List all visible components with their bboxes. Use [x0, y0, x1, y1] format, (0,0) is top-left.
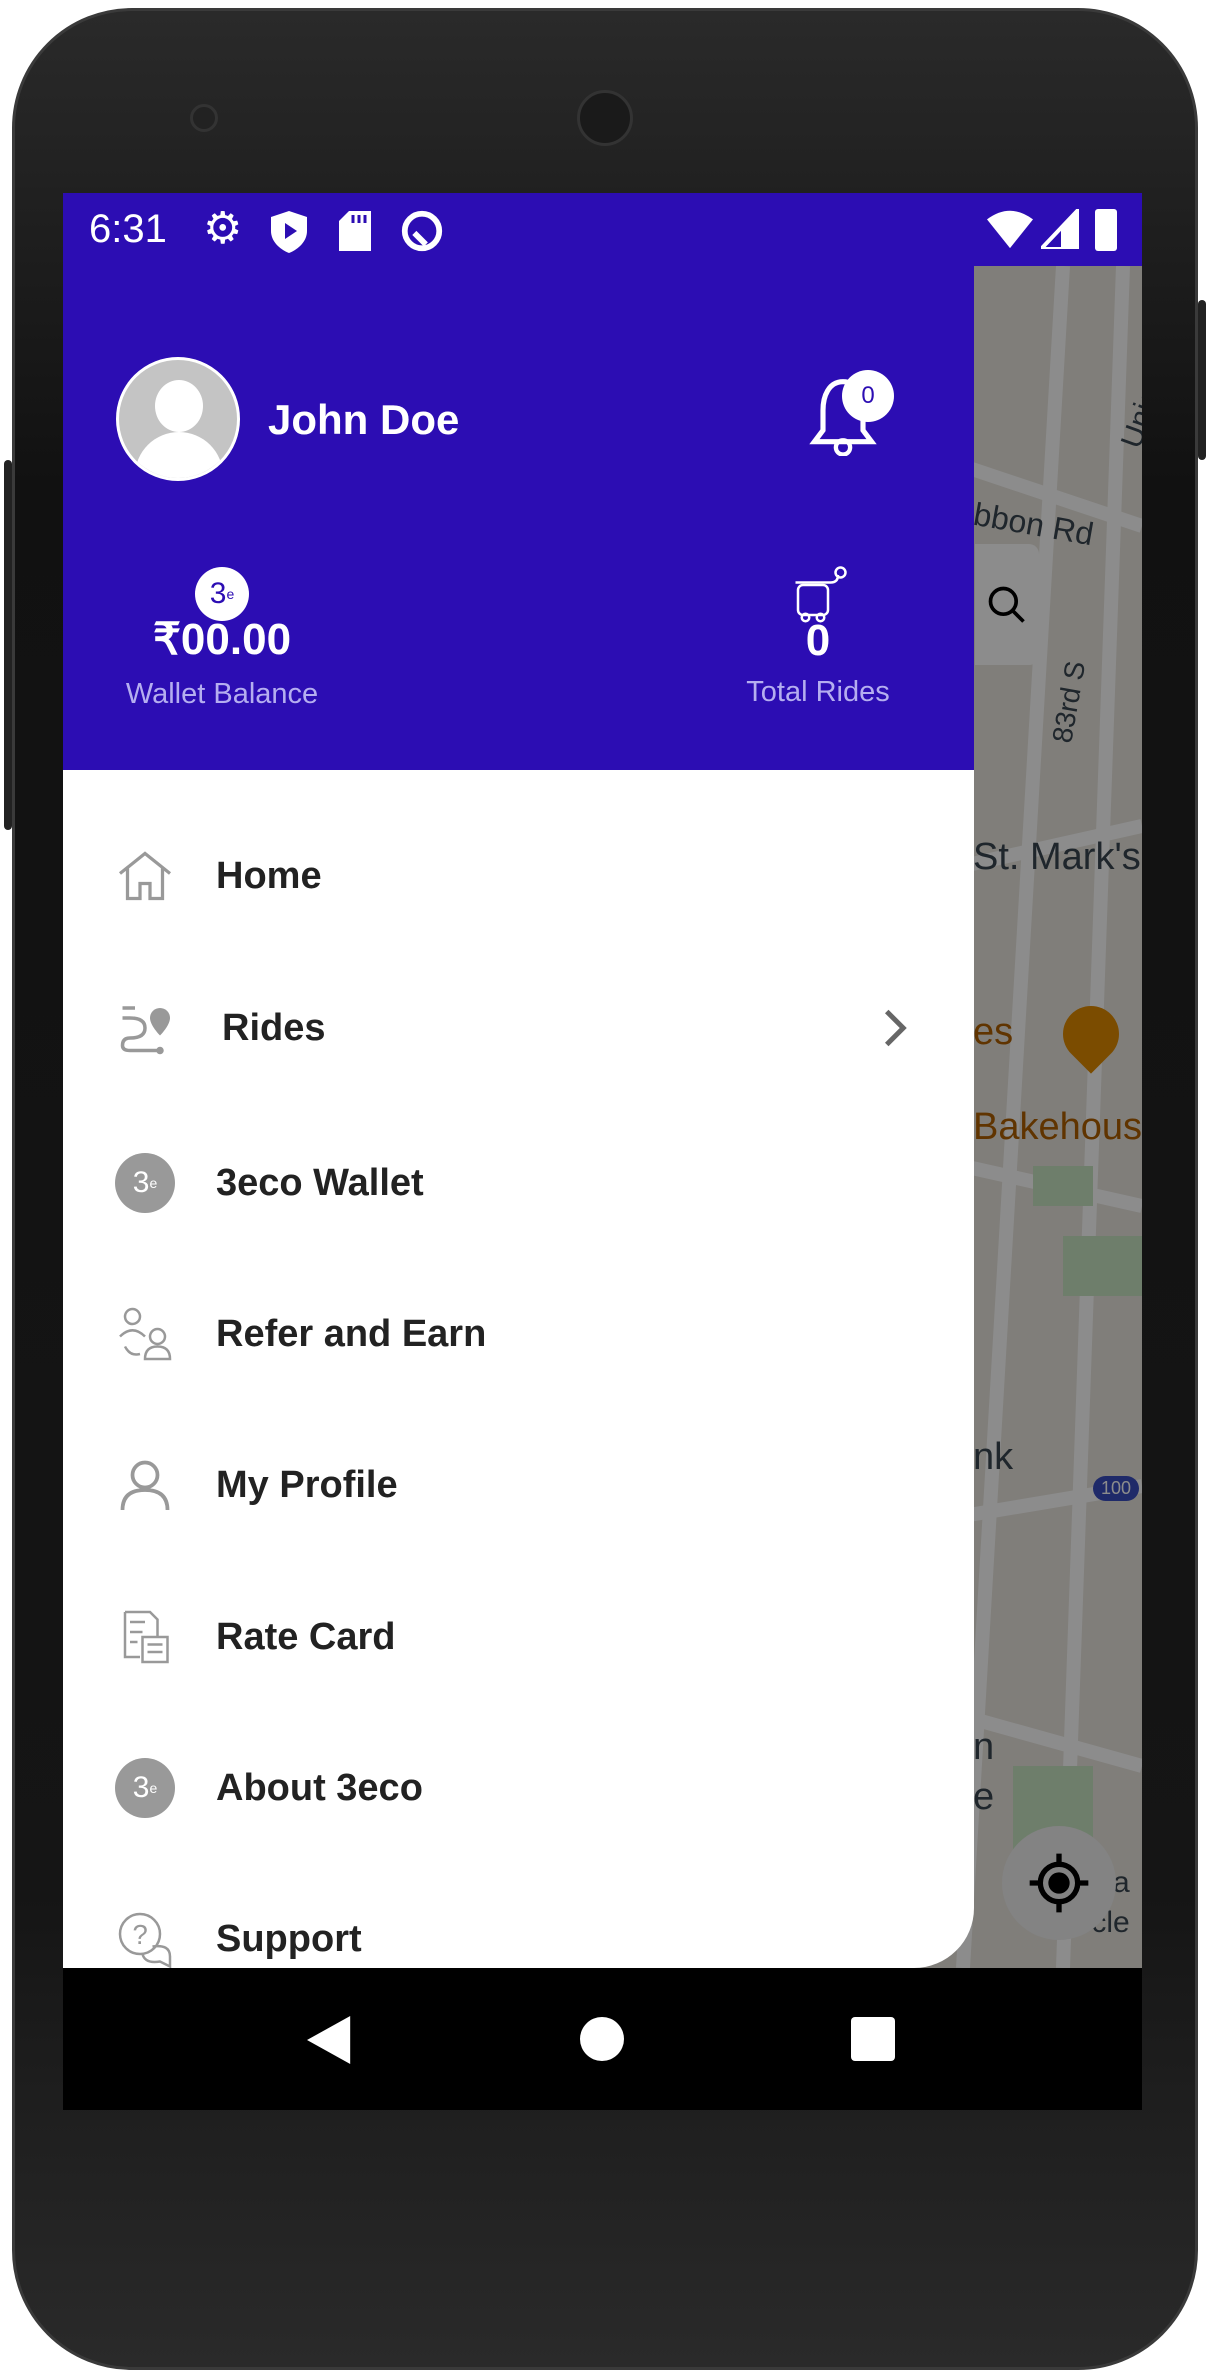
- wallet-balance-label: Wallet Balance: [125, 678, 319, 710]
- menu-item-label: Refer and Earn: [216, 1312, 487, 1355]
- battery-icon: [1095, 209, 1117, 251]
- menu-item-rides[interactable]: Rides: [63, 958, 974, 1098]
- wallet-balance-value: ₹00.00: [152, 615, 292, 664]
- support-chat-icon: ?: [118, 1912, 172, 1968]
- home-button[interactable]: [580, 2017, 624, 2061]
- system-navigation-bar: [63, 1968, 1142, 2110]
- refer-users-icon: [119, 1307, 172, 1361]
- menu-item-about-3eco[interactable]: 3e About 3eco: [63, 1718, 974, 1858]
- route-icon: [120, 1006, 170, 1055]
- drawer-header: John Doe 0 3e ₹00.00 Wallet Balance 0 To…: [63, 266, 974, 770]
- menu-item-label: My Profile: [216, 1463, 398, 1506]
- user-name: John Doe: [268, 396, 460, 443]
- volume-button: [4, 460, 12, 830]
- user-icon: [120, 1460, 170, 1511]
- navigation-drawer: John Doe 0 3e ₹00.00 Wallet Balance 0 To…: [63, 266, 974, 1968]
- avatar[interactable]: [116, 357, 240, 481]
- sync-icon: [401, 210, 443, 252]
- front-camera: [190, 104, 218, 132]
- menu-item-label: Rides: [222, 1006, 326, 1049]
- home-icon: [118, 851, 172, 901]
- menu-item-refer-and-earn[interactable]: Refer and Earn: [63, 1264, 974, 1404]
- menu-item-home[interactable]: Home: [63, 806, 974, 946]
- back-button[interactable]: [307, 2015, 355, 2065]
- status-bar: 6:31 ⚙: [63, 193, 1142, 266]
- menu-item-label: Rate Card: [216, 1615, 396, 1658]
- wallet-logo-icon: 3e: [195, 567, 249, 621]
- menu-item-rate-card[interactable]: Rate Card: [63, 1567, 974, 1707]
- screen: Union St bbon Rd 83rd S St. Mark's es Ba…: [63, 193, 1142, 2110]
- notification-badge: 0: [842, 370, 894, 422]
- total-rides-label: Total Rides: [746, 676, 890, 708]
- notifications-button[interactable]: 0: [808, 370, 894, 466]
- menu-item-3eco-wallet[interactable]: 3eco3e 3eco Wallet: [63, 1113, 974, 1253]
- signal-icon: [1041, 209, 1079, 249]
- menu-item-support[interactable]: ? Support: [63, 1869, 974, 1968]
- menu-item-label: About 3eco: [216, 1766, 423, 1809]
- menu-item-label: Home: [216, 854, 322, 897]
- speaker-grille: [577, 90, 633, 146]
- chevron-right-icon: [884, 1009, 907, 1047]
- svg-text:?: ?: [133, 1919, 148, 1950]
- status-time: 6:31: [89, 207, 167, 251]
- shield-play-icon: [271, 211, 307, 253]
- power-button: [1198, 300, 1206, 460]
- menu-item-label: 3eco Wallet: [216, 1161, 424, 1204]
- recents-button[interactable]: [851, 2017, 895, 2061]
- gear-icon: ⚙: [203, 204, 243, 253]
- menu-item-label: Support: [216, 1917, 362, 1960]
- sd-card-icon: [339, 211, 371, 251]
- menu-item-my-profile[interactable]: My Profile: [63, 1415, 974, 1555]
- rate-card-icon: [123, 1610, 169, 1664]
- total-rides-value: 0: [805, 616, 831, 665]
- wifi-icon: [987, 210, 1033, 249]
- 3eco-logo-icon: 3eco3e: [115, 1153, 175, 1213]
- 3eco-logo-icon: 3e: [115, 1758, 175, 1818]
